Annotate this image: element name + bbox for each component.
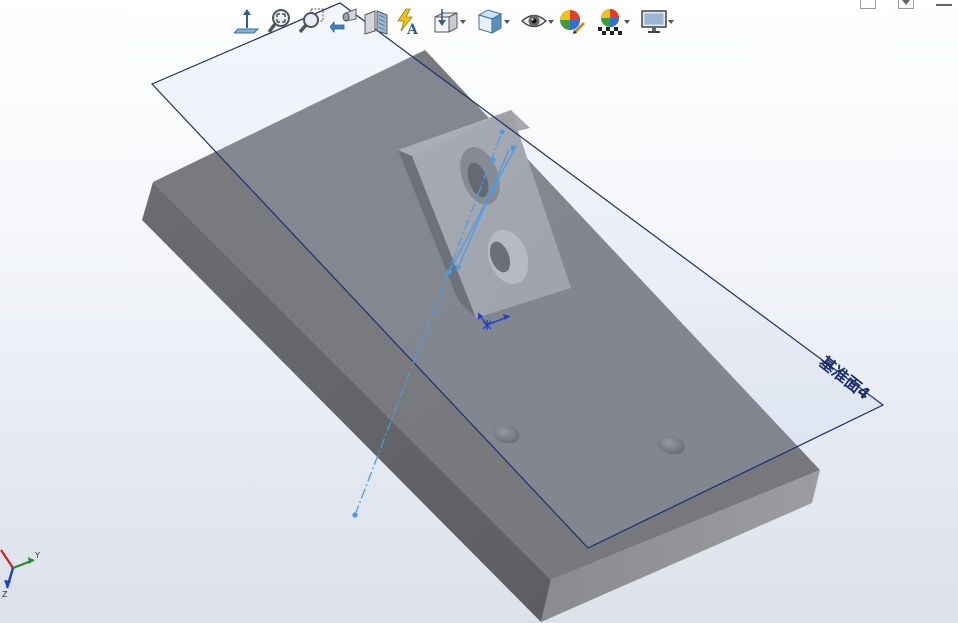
- minimize-button[interactable]: [930, 0, 958, 10]
- dynamic-annotation-views-button[interactable]: A: [392, 5, 424, 37]
- svg-text:A: A: [406, 22, 419, 35]
- axis-point[interactable]: [455, 264, 461, 270]
- chevron-down-icon: [624, 20, 630, 24]
- zoom-to-fit-icon: [267, 9, 290, 34]
- section-view-button[interactable]: [360, 5, 392, 37]
- heads-up-view-toolbar: A: [232, 4, 676, 38]
- triad-z-label: Z: [2, 590, 8, 599]
- previous-view-button[interactable]: [328, 5, 360, 37]
- zoom-to-fit-button[interactable]: [264, 5, 296, 37]
- normal-to-button[interactable]: [232, 5, 264, 37]
- restore-button[interactable]: [854, 0, 882, 10]
- minimize-icon: [936, 4, 952, 6]
- triad-y-label: Y: [34, 551, 40, 560]
- axis-endpoint-top[interactable]: [499, 129, 505, 135]
- chevron-down-icon: [668, 20, 674, 24]
- window-controls: [854, 0, 958, 10]
- axis-endpoint-bottom[interactable]: [352, 512, 358, 518]
- chevron-down-icon: [548, 20, 554, 24]
- edit-appearance-icon: [560, 10, 586, 34]
- previous-view-icon: [330, 8, 357, 34]
- axis-point[interactable]: [446, 269, 452, 275]
- window-menu-button[interactable]: [892, 0, 920, 10]
- view-orientation-button[interactable]: [424, 5, 468, 37]
- view-settings-monitor-icon: [641, 10, 667, 33]
- chevron-down-icon: [504, 20, 510, 24]
- axis-point[interactable]: [489, 187, 495, 193]
- display-style-button[interactable]: [468, 5, 512, 37]
- hide-show-items-button[interactable]: [512, 5, 556, 37]
- zoom-to-area-button[interactable]: [296, 5, 328, 37]
- triad-x-axis: [0, 549, 14, 569]
- edit-appearance-button[interactable]: [556, 5, 588, 37]
- chevron-down-icon: [898, 0, 914, 9]
- chevron-down-icon: [460, 20, 466, 24]
- axis-point[interactable]: [490, 157, 496, 163]
- view-triad: Y Z: [0, 549, 40, 599]
- view-settings-button[interactable]: [632, 5, 676, 37]
- apply-scene-icon: [598, 9, 622, 35]
- dynamic-annotation-icon: A: [397, 8, 419, 35]
- apply-scene-button[interactable]: [588, 5, 632, 37]
- display-style-icon: [477, 9, 503, 34]
- normal-to-icon: [234, 9, 260, 34]
- hide-show-eye-icon: [520, 14, 548, 28]
- section-view-icon: [364, 10, 388, 35]
- view-orientation-icon: [434, 9, 458, 33]
- restore-icon: [860, 0, 876, 9]
- model-scene[interactable]: 基准面4 Y Z: [0, 0, 958, 623]
- zoom-to-area-icon: [298, 8, 324, 34]
- graphics-area[interactable]: 基准面4 Y Z A: [0, 0, 958, 623]
- axis-point[interactable]: [510, 145, 516, 151]
